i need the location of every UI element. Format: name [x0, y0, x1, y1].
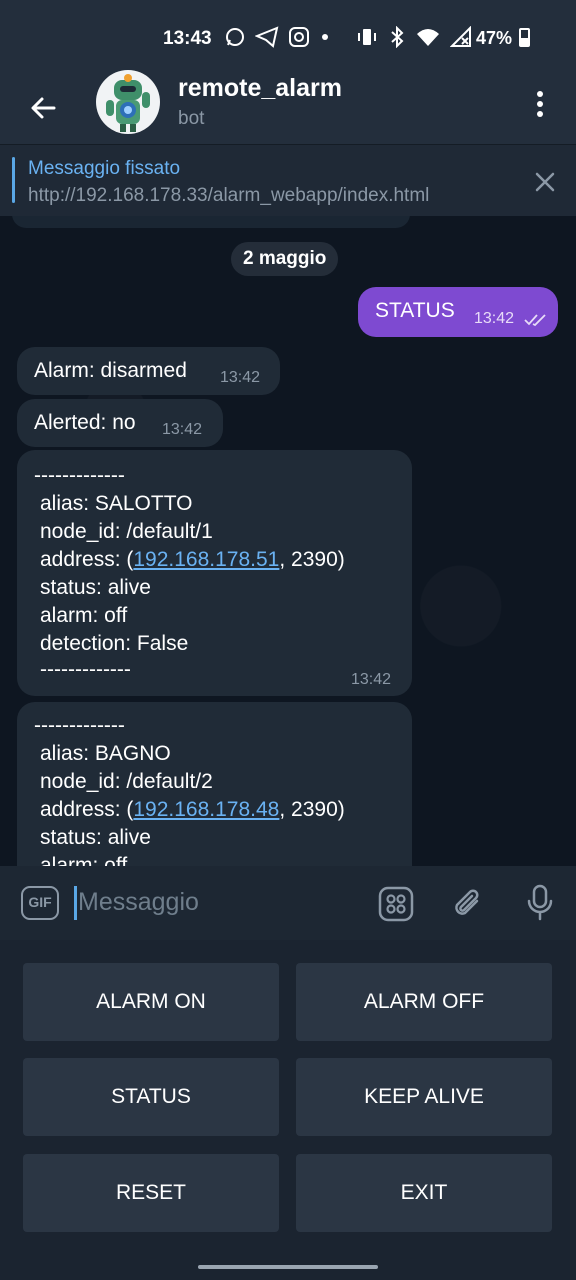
separator-line: -------------: [34, 714, 125, 737]
node-status-message[interactable]: ------------- alias: BAGNO node_id: /def…: [17, 702, 412, 866]
reset-button[interactable]: RESET: [23, 1154, 279, 1232]
battery-percent: 47%: [476, 28, 513, 48]
address-prefix: address: (: [40, 798, 134, 821]
node-alarm: alarm: off: [40, 854, 128, 866]
whatsapp-icon: [226, 28, 244, 46]
mic-icon[interactable]: [525, 883, 555, 923]
status-button[interactable]: STATUS: [23, 1058, 279, 1136]
address-suffix: , 2390): [279, 798, 345, 821]
pinned-title: Messaggio fissato: [28, 158, 181, 179]
separator-line: -------------: [40, 658, 131, 681]
incoming-message[interactable]: Alarm: disarmed 13:42: [17, 347, 280, 395]
chat-area[interactable]: 2 maggio STATUS 13:42 Alarm: disarmed 13…: [0, 216, 576, 866]
gif-icon[interactable]: GIF: [21, 886, 59, 920]
close-icon[interactable]: [532, 169, 558, 195]
keep-alive-button[interactable]: KEEP ALIVE: [296, 1058, 552, 1136]
separator-line: -------------: [34, 464, 125, 487]
message-text: STATUS: [375, 299, 455, 322]
node-id: node_id: /default/1: [40, 520, 213, 543]
dot-icon: [322, 34, 328, 40]
alarm-on-button[interactable]: ALARM ON: [23, 963, 279, 1041]
battery-icon: [519, 28, 530, 47]
status-time: 13:43: [163, 28, 212, 49]
bluetooth-icon: [391, 26, 404, 48]
avatar[interactable]: [96, 70, 160, 134]
instagram-icon: [289, 27, 309, 47]
telegram-icon: [255, 26, 279, 48]
chat-title[interactable]: remote_alarm: [178, 74, 342, 103]
message-text: Alarm: disarmed: [34, 359, 187, 382]
message-input[interactable]: Messaggio: [78, 888, 199, 917]
wifi-icon: [417, 29, 439, 46]
status-bar: 13:43 47%: [0, 0, 576, 78]
double-check-icon: [524, 314, 546, 327]
message-input-bar: GIF Messaggio: [0, 866, 576, 940]
ip-link[interactable]: 192.168.178.51: [133, 548, 279, 571]
keyboard-grid-icon[interactable]: [378, 886, 414, 922]
more-vert-icon[interactable]: [524, 88, 556, 120]
message-time: 13:42: [220, 369, 261, 386]
chat-subtitle: bot: [178, 108, 205, 129]
pinned-message[interactable]: Messaggio fissato http://192.168.178.33/…: [0, 144, 576, 217]
node-status-message[interactable]: ------------- alias: SALOTTO node_id: /d…: [17, 450, 412, 696]
ip-link[interactable]: 192.168.178.48: [133, 798, 279, 821]
exit-button[interactable]: EXIT: [296, 1154, 552, 1232]
navigation-handle[interactable]: [198, 1265, 378, 1269]
pinned-text: http://192.168.178.33/alarm_webapp/index…: [28, 185, 430, 206]
node-alarm: alarm: off: [40, 604, 128, 627]
vibrate-icon: [358, 29, 376, 45]
node-address: address: (192.168.178.48, 2390): [40, 796, 345, 824]
node-status: status: alive: [40, 576, 151, 599]
address-suffix: , 2390): [279, 548, 345, 571]
incoming-message[interactable]: Alerted: no 13:42: [17, 399, 223, 447]
node-status: status: alive: [40, 826, 151, 849]
message-time: 13:42: [351, 671, 392, 688]
node-alias: alias: SALOTTO: [40, 492, 193, 515]
back-arrow-icon[interactable]: [24, 88, 64, 128]
text-caret: [74, 886, 77, 920]
address-prefix: address: (: [40, 548, 134, 571]
message-time: 13:42: [162, 421, 203, 438]
no-signal-icon: [450, 26, 471, 47]
node-address: address: (192.168.178.51, 2390): [40, 546, 345, 574]
chat-header: remote_alarm bot: [0, 70, 576, 144]
message-text: Alerted: no: [34, 411, 136, 434]
message-time: 13:42: [474, 310, 515, 327]
node-id: node_id: /default/2: [40, 770, 213, 793]
node-detection: detection: False: [40, 632, 189, 655]
date-chip: 2 maggio: [231, 242, 339, 276]
paperclip-icon[interactable]: [450, 886, 486, 922]
pinned-accent-bar: [12, 157, 15, 203]
robot-avatar-icon: [106, 74, 150, 132]
outgoing-message[interactable]: STATUS 13:42: [358, 287, 558, 337]
node-alias: alias: BAGNO: [40, 742, 171, 765]
gif-label: GIF: [28, 894, 52, 910]
bot-keyboard: ALARM ON ALARM OFF STATUS KEEP ALIVE RES…: [0, 940, 576, 1280]
alarm-off-button[interactable]: ALARM OFF: [296, 963, 552, 1041]
previous-message: [12, 216, 410, 228]
